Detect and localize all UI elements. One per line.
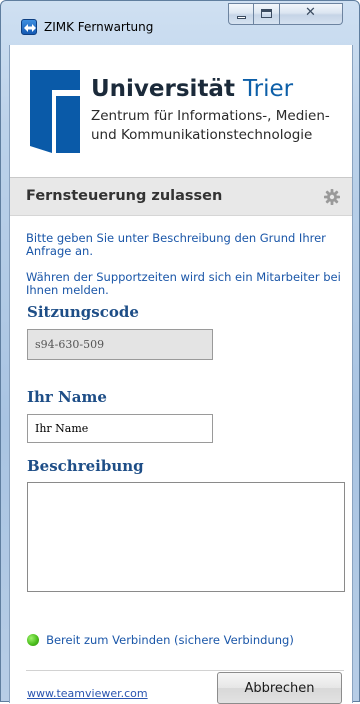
gear-icon[interactable] xyxy=(324,189,340,205)
description-textarea[interactable] xyxy=(27,482,345,592)
app-window: ZIMK Fernwartung ✕ Universität Trier Zen… xyxy=(0,0,360,704)
maximize-button[interactable] xyxy=(254,3,280,25)
session-code-value: s94-630-509 xyxy=(35,338,105,351)
section-header: Fernsteuerung zulassen xyxy=(10,177,352,216)
subtitle-line-2: und Kommunikationstechnologie xyxy=(91,127,313,143)
teamviewer-link[interactable]: www.teamviewer.com xyxy=(27,687,148,700)
info-text-reason: Bitte geben Sie unter Beschreibung den G… xyxy=(26,231,326,258)
minimize-button[interactable] xyxy=(228,3,254,25)
university-logo-icon xyxy=(30,70,80,153)
caption-buttons: ✕ xyxy=(228,3,343,25)
teamviewer-app-icon xyxy=(21,19,37,35)
name-input-value: Ihr Name xyxy=(35,422,89,435)
status-indicator-icon xyxy=(27,634,39,646)
info-text-support: Währen der Supportzeiten wird sich ein M… xyxy=(26,270,341,297)
close-icon: ✕ xyxy=(305,5,316,20)
footer-divider xyxy=(26,670,344,671)
subtitle-line-1: Zentrum für Informations-, Medien- xyxy=(91,108,330,124)
title-bar[interactable]: ZIMK Fernwartung ✕ xyxy=(1,1,359,45)
university-name: Universität Trier xyxy=(91,76,293,102)
client-area: Universität Trier Zentrum für Informatio… xyxy=(9,45,353,704)
session-code-field[interactable]: s94-630-509 xyxy=(27,329,213,360)
session-code-label: Sitzungscode xyxy=(27,303,139,321)
maximize-icon xyxy=(261,9,272,18)
status-text: Bereit zum Verbinden (sichere Verbindung… xyxy=(46,633,294,647)
name-input[interactable]: Ihr Name xyxy=(27,414,213,443)
close-button[interactable]: ✕ xyxy=(280,3,343,25)
university-name-accent: Trier xyxy=(242,76,294,102)
cancel-button[interactable]: Abbrechen xyxy=(217,672,342,704)
minimize-icon xyxy=(237,16,246,19)
header: Universität Trier Zentrum für Informatio… xyxy=(10,45,352,177)
name-label: Ihr Name xyxy=(27,388,107,406)
university-subtitle: Zentrum für Informations-, Medien- und K… xyxy=(91,107,330,145)
description-label: Beschreibung xyxy=(27,457,144,475)
section-title: Fernsteuerung zulassen xyxy=(26,188,223,204)
connection-status: Bereit zum Verbinden (sichere Verbindung… xyxy=(27,629,294,648)
university-name-main: Universität xyxy=(91,76,235,102)
window-title: ZIMK Fernwartung xyxy=(44,20,154,34)
